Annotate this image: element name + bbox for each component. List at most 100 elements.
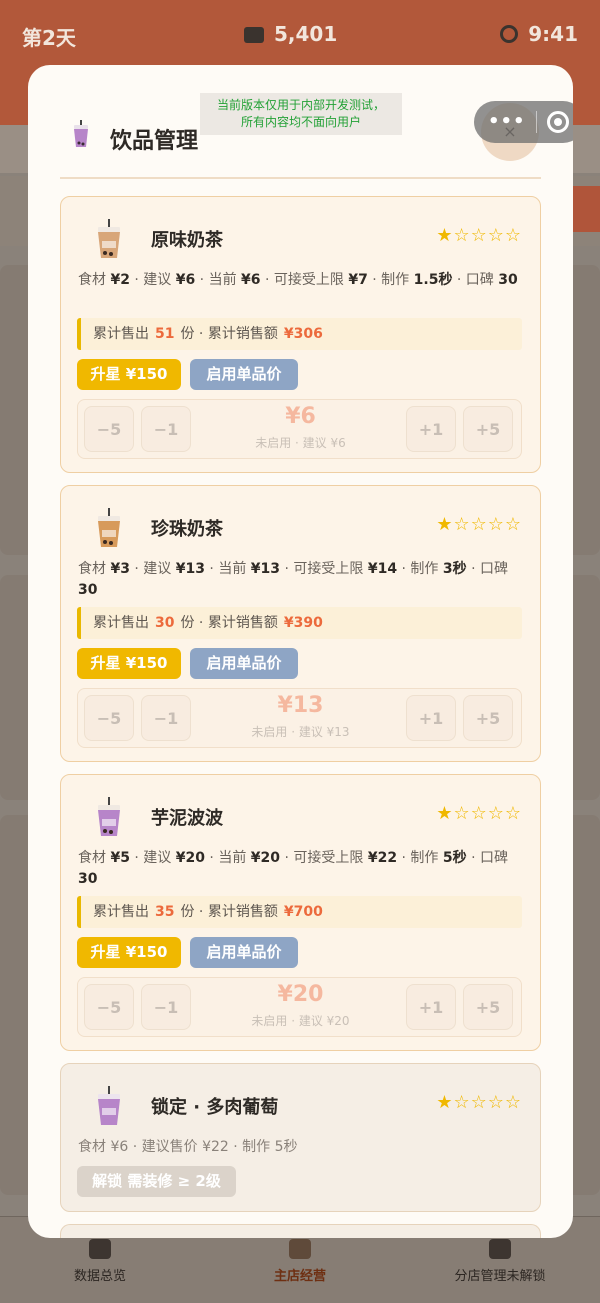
plus1-button[interactable]: +1 <box>406 984 456 1030</box>
day-label: 第2天 <box>22 26 76 50</box>
miniprogram-capsule[interactable]: ••• <box>474 101 573 143</box>
info-text: · 口碑 <box>466 561 508 577</box>
plus5-button[interactable]: +5 <box>463 406 513 452</box>
info-text: 食材 <box>78 850 111 866</box>
star-rating: ★☆☆☆☆ <box>436 225 522 246</box>
enable-item-price-button[interactable]: 启用单品价 <box>190 359 298 390</box>
price-stepper: −5 −1 ¥20 未启用 · 建议 ¥20 +1 +5 <box>77 977 522 1037</box>
more-icon[interactable]: ••• <box>488 111 526 132</box>
info-text: · 可接受上限 <box>280 850 368 866</box>
milk-tea-icon <box>74 120 88 147</box>
upgrade-star-button[interactable]: 升星 ¥150 <box>77 937 181 968</box>
upgrade-star-button[interactable]: 升星 ¥150 <box>77 359 181 390</box>
price-value: ¥13 <box>277 693 324 718</box>
revenue-value: ¥390 <box>283 615 323 631</box>
sold-count: 30 <box>155 615 175 631</box>
sales-summary: 累计售出 51 份 · 累计销售额 ¥306 <box>77 318 522 350</box>
star-icon: ★☆☆☆☆ <box>436 1092 522 1113</box>
exit-target-icon[interactable] <box>547 111 569 133</box>
info-text: · 当前 <box>204 850 251 866</box>
info-text: · 口碑 <box>466 850 508 866</box>
sold-count: 51 <box>155 326 175 342</box>
current-value: ¥13 <box>250 561 281 577</box>
make-time-value: 1.5秒 <box>413 272 453 288</box>
make-time-value: 5秒 <box>442 850 467 866</box>
suggest-value: ¥13 <box>175 561 205 577</box>
header-divider <box>60 177 541 179</box>
info-text: 食材 <box>78 272 111 288</box>
cost-value: ¥3 <box>110 561 130 577</box>
tab-branch-label: 分店管理未解锁 <box>454 1269 546 1284</box>
unlock-button[interactable]: 解锁 需装修 ≥ 2级 <box>77 1166 236 1197</box>
star-rating: ★☆☆☆☆ <box>436 514 522 535</box>
drink-card: 原味奶茶 ★☆☆☆☆ 食材 ¥2 · 建议 ¥6 · 当前 ¥6 · 可接受上限… <box>60 196 541 473</box>
cost-value: ¥5 <box>110 850 130 866</box>
plus5-button[interactable]: +5 <box>463 695 513 741</box>
plus1-button[interactable]: +1 <box>406 695 456 741</box>
limit-value: ¥22 <box>367 850 398 866</box>
capsule-divider <box>536 111 537 133</box>
time-value: 9:41 <box>528 22 578 46</box>
reputation-value: 30 <box>78 871 98 887</box>
drink-name: 芋泥波波 <box>151 808 223 829</box>
timer-icon <box>500 25 519 43</box>
price-value: ¥20 <box>277 982 324 1007</box>
info-text: · 建议 <box>129 850 176 866</box>
sales-unit: 份 · 累计销售额 <box>180 615 278 631</box>
drink-name: 珍珠奶茶 <box>151 519 223 540</box>
info-text: · 建议 <box>129 561 176 577</box>
current-value: ¥20 <box>250 850 281 866</box>
info-text: · 制作 <box>397 561 443 577</box>
status-bar: 第2天 5,401 9:41 <box>0 22 600 52</box>
sales-prefix: 累计售出 <box>93 615 149 631</box>
drink-cup-icon <box>98 1086 120 1125</box>
tab-branch[interactable]: 分店管理未解锁 <box>400 1239 600 1284</box>
modal-title: 饮品管理 <box>110 129 199 154</box>
enable-item-price-button[interactable]: 启用单品价 <box>190 937 298 968</box>
drink-info: 食材 ¥2 · 建议 ¥6 · 当前 ¥6 · 可接受上限 ¥7 · 制作 1.… <box>78 270 526 291</box>
cost-value: ¥2 <box>110 272 130 288</box>
cash-register-icon <box>244 27 264 43</box>
cash-register-icon <box>89 1239 111 1259</box>
sales-prefix: 累计售出 <box>93 326 149 342</box>
info-text: · 可接受上限 <box>280 561 368 577</box>
dev-notice-line2: 所有内容均不面向用户 <box>240 115 361 129</box>
reputation-value: 30 <box>78 582 98 598</box>
info-text: · 口碑 <box>452 272 499 288</box>
drink-cup-icon <box>98 508 120 547</box>
locked-drink-card: 锁定 · 多肉葡萄 ★☆☆☆☆ 食材 ¥6 · 建议售价 ¥22 · 制作 5秒… <box>60 1063 541 1212</box>
store-icon <box>289 1239 311 1259</box>
suggest-value: ¥6 <box>175 272 196 288</box>
locked-drink-name: 锁定 · 多肉葡萄 <box>151 1097 279 1118</box>
tab-main-store[interactable]: 主店经营 <box>200 1239 400 1284</box>
drink-name: 原味奶茶 <box>151 230 223 251</box>
enable-item-price-button[interactable]: 启用单品价 <box>190 648 298 679</box>
price-stepper: −5 −1 ¥6 未启用 · 建议 ¥6 +1 +5 <box>77 399 522 459</box>
clock-display: 9:41 <box>500 22 578 46</box>
limit-value: ¥7 <box>348 272 368 288</box>
current-value: ¥6 <box>241 272 261 288</box>
info-text: · 制作 <box>397 850 443 866</box>
make-time-value: 3秒 <box>442 561 467 577</box>
drink-cup-icon <box>98 219 120 258</box>
drink-info: 食材 ¥5 · 建议 ¥20 · 当前 ¥20 · 可接受上限 ¥22 · 制作… <box>78 848 526 890</box>
drink-management-modal: 饮品管理 当前版本仅用于内部开发测试， 所有内容均不面向用户 × ••• 原味奶… <box>28 65 573 1238</box>
locked-drink-info: 食材 ¥6 · 建议售价 ¥22 · 制作 5秒 <box>78 1139 298 1155</box>
drink-info: 食材 ¥3 · 建议 ¥13 · 当前 ¥13 · 可接受上限 ¥14 · 制作… <box>78 559 526 601</box>
tab-overview[interactable]: 数据总览 <box>0 1239 200 1284</box>
price-hint: 未启用 · 建议 ¥6 <box>255 436 346 450</box>
plus1-button[interactable]: +1 <box>406 406 456 452</box>
upgrade-star-button[interactable]: 升星 ¥150 <box>77 648 181 679</box>
info-text: · 制作 <box>367 272 414 288</box>
revenue-value: ¥700 <box>283 904 323 920</box>
price-hint: 未启用 · 建议 ¥13 <box>251 725 350 739</box>
star-icon: ★☆☆☆☆ <box>436 803 522 824</box>
info-text: · 建议 <box>129 272 176 288</box>
plus5-button[interactable]: +5 <box>463 984 513 1030</box>
modal-header: 饮品管理 当前版本仅用于内部开发测试， 所有内容均不面向用户 × ••• <box>28 65 573 180</box>
price-value: ¥6 <box>285 404 316 429</box>
reputation-value: 30 <box>498 272 518 288</box>
sales-summary: 累计售出 35 份 · 累计销售额 ¥700 <box>77 896 522 928</box>
star-rating: ★☆☆☆☆ <box>436 803 522 824</box>
money-display: 5,401 <box>244 22 337 46</box>
